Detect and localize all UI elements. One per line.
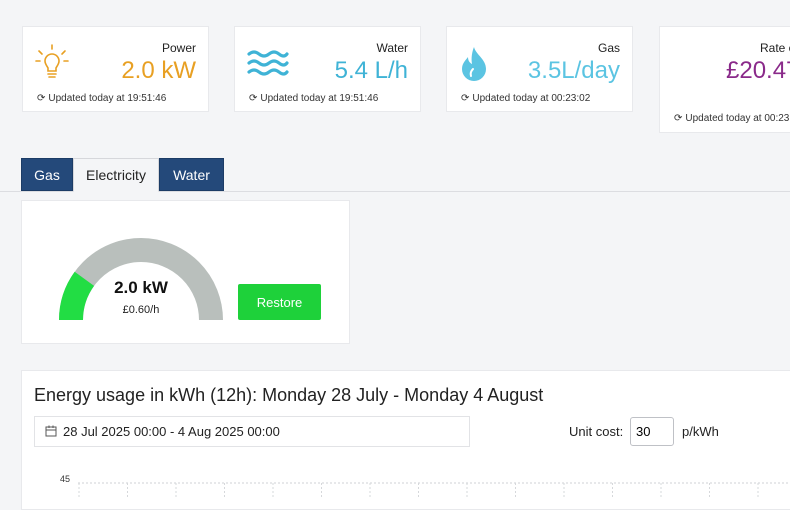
- stat-card-gas: Gas 3.5L/day ⟳ Updated today at 00:23:02: [446, 26, 633, 112]
- stat-card-power: Power 2.0 kW ⟳ Updated today at 19:51:46: [22, 26, 209, 112]
- calendar-icon: [45, 425, 57, 437]
- date-range-picker[interactable]: 28 Jul 2025 00:00 - 4 Aug 2025 00:00: [34, 416, 470, 447]
- tab-water[interactable]: Water: [159, 158, 224, 191]
- waves-icon: [247, 50, 289, 76]
- stat-label: Rate c: [760, 41, 790, 55]
- gauge-cost: £0.60/h: [122, 304, 160, 316]
- stat-updated: ⟳ Updated today at 00:23:02: [461, 93, 591, 104]
- flame-icon: [462, 47, 486, 81]
- stat-label: Gas: [597, 41, 620, 55]
- refresh-icon: ⟳: [461, 93, 470, 104]
- unit-cost-suffix: p/kWh: [682, 424, 719, 439]
- stat-updated: ⟳ Updated today at 19:51:46: [249, 93, 379, 104]
- stat-value: 5.4 L/h: [334, 57, 408, 84]
- stat-updated: ⟳ Updated today at 00:23:: [674, 113, 790, 124]
- tab-gas[interactable]: Gas: [21, 158, 73, 191]
- gauge-value: 2.0 kW: [114, 278, 168, 297]
- usage-title: Energy usage in kWh (12h): Monday 28 Jul…: [34, 385, 544, 405]
- tab-electricity[interactable]: Electricity: [73, 158, 159, 192]
- stat-updated: ⟳ Updated today at 19:51:46: [37, 93, 167, 104]
- stat-value: £20.47: [726, 57, 790, 84]
- y-tick-label: 45: [60, 474, 71, 484]
- lightbulb-icon: [35, 44, 69, 78]
- stat-label: Power: [161, 41, 196, 55]
- refresh-icon: ⟳: [249, 93, 258, 104]
- unit-cost-input[interactable]: [630, 417, 674, 446]
- stat-value: 3.5L/day: [527, 57, 620, 84]
- stat-card-water: Water 5.4 L/h ⟳ Updated today at 19:51:46: [234, 26, 421, 112]
- restore-button[interactable]: Restore: [238, 284, 321, 320]
- stat-card-rate: Rate c £20.47 ⟳Updated today at 00:23:: [659, 26, 790, 133]
- date-range-text: 28 Jul 2025 00:00 - 4 Aug 2025 00:00: [63, 424, 280, 439]
- unit-cost-label: Unit cost:: [569, 424, 624, 439]
- usage-chart: [78, 482, 788, 497]
- refresh-icon: ⟳: [37, 93, 46, 104]
- stat-label: Water: [376, 41, 408, 55]
- stat-value: 2.0 kW: [121, 57, 196, 84]
- refresh-icon: ⟳: [674, 113, 683, 124]
- gauge-fill: [59, 271, 95, 321]
